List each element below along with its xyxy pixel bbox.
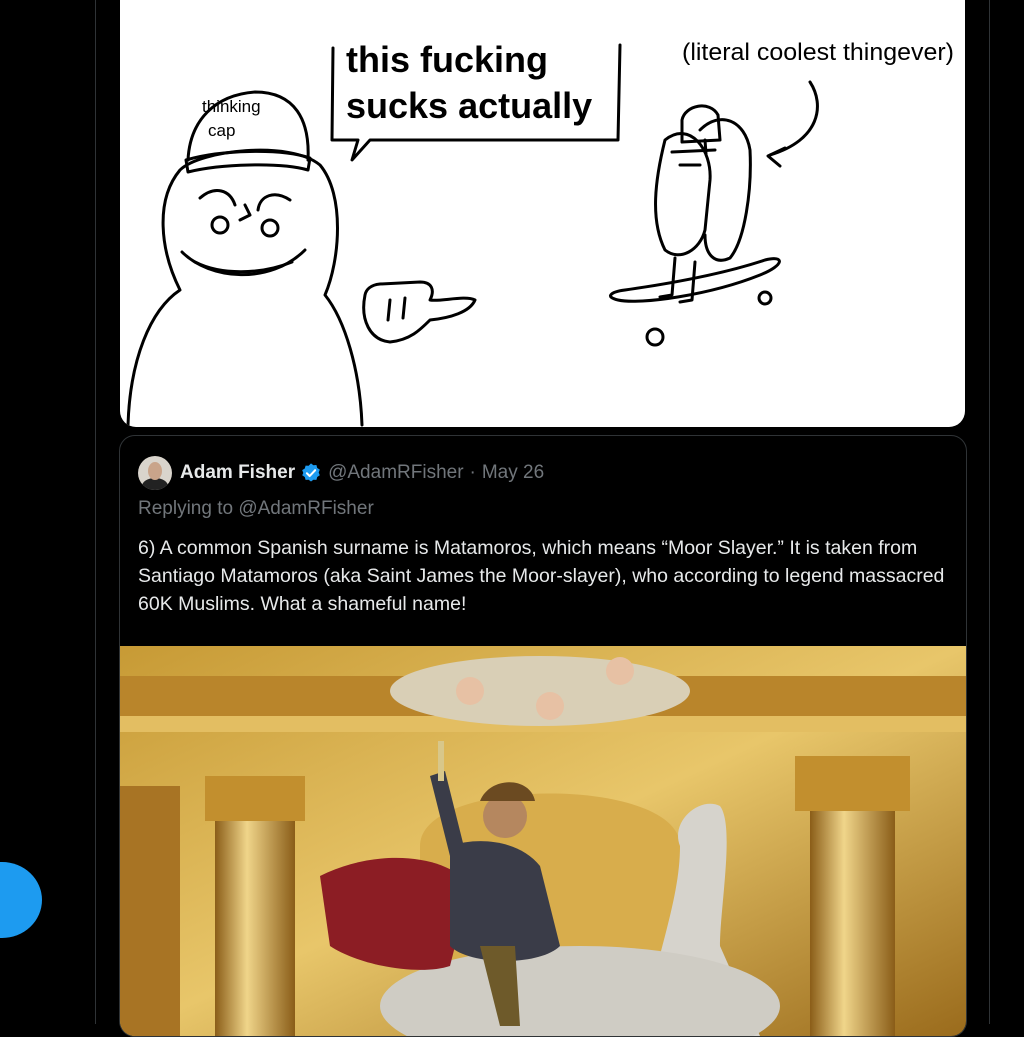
comic-drawing: thinking cap this fucking sucks actually…: [126, 39, 954, 427]
speech-line1: this fucking: [346, 39, 548, 80]
annotation-text: (literal coolest thingever): [682, 39, 954, 66]
author-name[interactable]: Adam Fisher: [180, 462, 295, 484]
verified-badge-icon: [302, 463, 320, 482]
timeline-left-border: [95, 0, 96, 1024]
timeline-right-border: [989, 0, 990, 1024]
replying-to[interactable]: Replying to @AdamRFisher: [138, 498, 374, 520]
attached-photo[interactable]: [120, 646, 966, 1036]
speech-line2: sucks actually: [346, 85, 592, 126]
avatar[interactable]: [138, 456, 172, 490]
comic-image[interactable]: thinking cap this fucking sucks actually…: [120, 0, 965, 427]
quoted-tweet-header: Adam Fisher @AdamRFisher · May 26: [138, 456, 544, 490]
quoted-tweet[interactable]: Adam Fisher @AdamRFisher · May 26 Replyi…: [119, 435, 967, 1037]
author-handle[interactable]: @AdamRFisher: [328, 462, 463, 484]
cap-label-line1: thinking: [202, 97, 261, 116]
meta-separator: ·: [469, 462, 476, 483]
compose-fab[interactable]: [0, 862, 42, 938]
cap-label-line2: cap: [208, 121, 235, 140]
tweet-date[interactable]: May 26: [482, 462, 544, 484]
saint-james-statue-image: [120, 646, 966, 1036]
tweet-text: 6) A common Spanish surname is Matamoros…: [138, 537, 945, 615]
